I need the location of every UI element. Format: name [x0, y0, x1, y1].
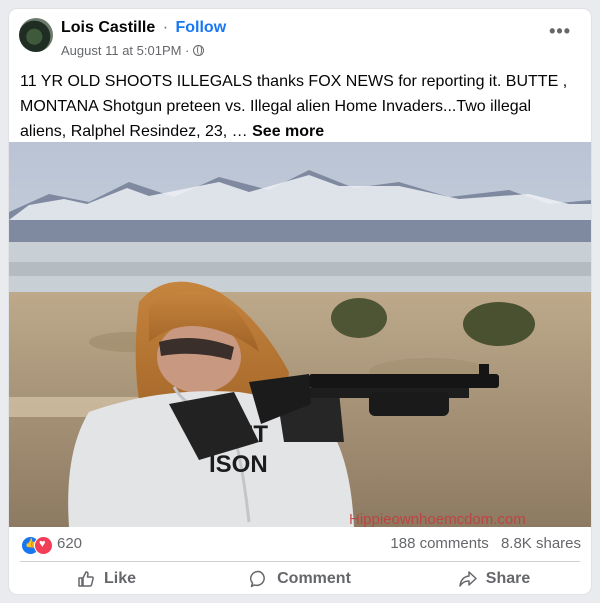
comment-label: Comment [277, 570, 351, 587]
post-header: Lois Castille · Follow August 11 at 5:01… [9, 9, 591, 71]
reaction-icons[interactable] [21, 536, 53, 555]
post-timestamp[interactable]: August 11 at 5:01PM · [61, 43, 189, 58]
divider [20, 561, 580, 562]
follow-button[interactable]: Follow [175, 19, 226, 36]
comment-button[interactable]: Comment [203, 565, 397, 593]
shirt-text-line2: ISON [209, 451, 268, 478]
comments-count[interactable]: 188 comments [390, 535, 488, 552]
thumbs-up-icon [78, 571, 94, 587]
post-body: 11 YR OLD SHOOTS ILLEGALS thanks FOX NEW… [20, 69, 580, 144]
author-avatar[interactable] [19, 18, 53, 52]
see-more-link[interactable]: See more [252, 123, 324, 140]
comment-icon [250, 570, 265, 588]
shares-count[interactable]: 8.8K shares [501, 535, 581, 552]
post-photo[interactable]: 2ET ISON Hippieownhoemcdom.com [9, 142, 591, 527]
globe-icon [193, 45, 205, 56]
post-meta: August 11 at 5:01PM · [61, 43, 205, 58]
share-label: Share [485, 570, 531, 587]
engagement-counts: 188 comments 8.8K shares [382, 535, 581, 552]
more-options-icon[interactable]: ••• [549, 21, 571, 42]
author-name[interactable]: Lois Castille [61, 19, 155, 36]
share-button[interactable]: Share [397, 565, 591, 593]
action-bar: Like Comment Share [9, 565, 591, 593]
photo-watermark: Hippieownhoemcdom.com [349, 511, 526, 527]
share-arrow-icon [459, 571, 477, 587]
like-label: Like [103, 570, 136, 587]
like-button[interactable]: Like [9, 565, 203, 593]
author-line: Lois Castille · Follow [61, 19, 226, 37]
reactions-row: 620 188 comments 8.8K shares [9, 534, 591, 556]
separator-dot: · [162, 19, 169, 36]
photo-image: 2ET ISON Hippieownhoemcdom.com [9, 142, 591, 527]
love-reaction-icon [34, 536, 53, 555]
post-card: Lois Castille · Follow August 11 at 5:01… [9, 9, 591, 594]
reaction-count[interactable]: 620 [57, 535, 82, 552]
